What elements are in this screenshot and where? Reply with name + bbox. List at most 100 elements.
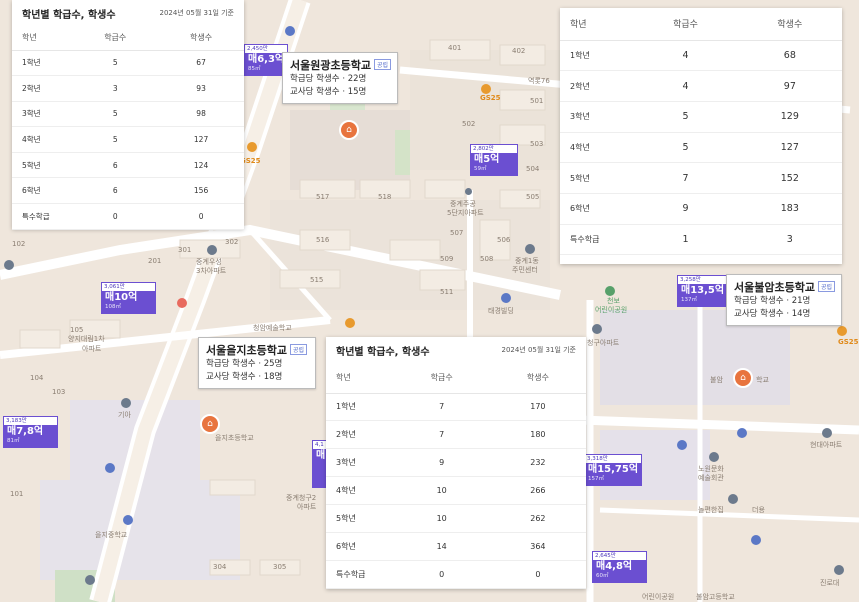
table-cell: 0 [72, 203, 159, 230]
store-marker-icon[interactable] [481, 84, 491, 94]
building-number: 301 [178, 246, 192, 254]
table-cell: 9 [633, 193, 738, 225]
price-area: 108㎡ [105, 304, 121, 310]
apartment-marker-icon[interactable] [465, 188, 472, 195]
map-label: 청구아파트 [587, 339, 620, 347]
poi-marker-icon[interactable] [709, 452, 719, 462]
store-marker-icon[interactable] [177, 298, 187, 308]
table-cell: 3 [737, 224, 842, 256]
students-per-class: 학급당 학생수 · 21명 [734, 296, 811, 306]
poi-marker-icon[interactable] [751, 535, 761, 545]
building-number: 304 [213, 563, 227, 571]
table-cell: 262 [489, 504, 586, 533]
table-cell: 93 [158, 75, 244, 102]
poi-marker-icon[interactable] [85, 575, 95, 585]
price-value: 매6,3억 [248, 54, 285, 65]
poi-marker-icon[interactable] [121, 398, 131, 408]
school-info-card[interactable]: 서울원광초등학교 공립 학급당 학생수 · 22명 교사당 학생수 · 15명 [282, 52, 398, 104]
table-cell: 7 [393, 393, 490, 422]
price-area: 60㎡ [596, 573, 609, 579]
table-cell: 6 [72, 152, 159, 179]
table-cell: 5학년 [12, 152, 73, 179]
table-cell: 5 [633, 132, 738, 164]
map-label: 더용 [752, 506, 765, 514]
table-cell: 10 [393, 476, 490, 506]
price-marker[interactable]: 3,061만 매10억 108㎡ [101, 282, 157, 314]
map-label: 역롯76 [528, 77, 550, 85]
map-label: 을지초등학교 [215, 434, 254, 442]
building-number: 201 [148, 257, 162, 265]
price-marker[interactable]: 2,802만 매5억 59㎡ [470, 144, 519, 176]
price-value: 매4,8억 [596, 561, 633, 572]
students-per-teacher: 교사당 학생수 · 14명 [734, 309, 811, 319]
table-cell: 7 [633, 162, 738, 194]
building-number: 504 [526, 165, 540, 173]
table-cell: 5학년 [326, 504, 394, 533]
table-cell: 364 [489, 532, 586, 561]
school-marker-icon[interactable]: ⌂ [733, 368, 753, 388]
school-info-card[interactable]: 서울불암초등학교 공립 학급당 학생수 · 21명 교사당 학생수 · 14명 [726, 274, 842, 326]
table-row: 특수학급 1 3 [560, 224, 842, 256]
poi-marker-icon[interactable] [123, 515, 133, 525]
table-cell: 9 [393, 448, 490, 478]
building-number: 507 [450, 229, 464, 237]
price-marker[interactable]: 2,645만 매4,8억 60㎡ [592, 551, 648, 583]
table-cell: 2학년 [12, 75, 73, 102]
price-value: 매13,5억 [681, 285, 725, 296]
grade-stats-table: 학년 학급수 학생수 1학년 5 67 2학년 3 93 3학년 5 98 4학년 5 127 5학년 6 12… [12, 26, 244, 230]
table-header-cell: 학급수 [393, 363, 490, 394]
poi-marker-icon[interactable] [4, 260, 14, 270]
table-cell: 4학년 [560, 132, 634, 164]
poi-marker-icon[interactable] [592, 324, 602, 334]
poi-marker-icon[interactable] [677, 440, 687, 450]
poi-marker-icon[interactable] [822, 428, 832, 438]
table-row: 특수학급 0 0 [12, 203, 244, 230]
building-number: 102 [12, 240, 26, 248]
store-marker-icon[interactable] [345, 318, 355, 328]
price-marker[interactable]: 3,183만 매7,8억 81㎡ [3, 416, 59, 448]
price-marker[interactable]: 3,318만 매15,75억 157㎡ [584, 454, 643, 486]
map-label: 양지대림1차 [68, 335, 105, 343]
price-value: 매15,75억 [588, 464, 639, 475]
table-cell: 68 [737, 40, 842, 72]
table-cell: 특수학급 [326, 560, 394, 589]
table-cell: 183 [737, 193, 842, 225]
building-number: 402 [512, 47, 526, 55]
store-marker-icon[interactable] [837, 326, 847, 336]
table-cell: 4학년 [326, 476, 394, 506]
poi-marker-icon[interactable] [737, 428, 747, 438]
map-label: 현대아파트 [810, 441, 843, 449]
poi-marker-icon[interactable] [105, 463, 115, 473]
table-row: 2학년 4 97 [560, 70, 842, 102]
poi-marker-icon[interactable] [207, 245, 217, 255]
table-cell: 5학년 [560, 162, 634, 194]
store-marker-icon[interactable] [247, 142, 257, 152]
table-cell: 0 [393, 560, 490, 589]
poi-marker-icon[interactable] [285, 26, 295, 36]
school-marker-icon[interactable]: ⌂ [339, 120, 359, 140]
school-marker-icon[interactable]: ⌂ [200, 414, 220, 434]
map-label: 아파트 [297, 503, 317, 511]
table-cell: 2학년 [560, 70, 634, 102]
table-cell: 129 [737, 101, 842, 133]
poi-marker-icon[interactable] [501, 293, 511, 303]
students-per-class: 학급당 학생수 · 22명 [290, 74, 367, 84]
table-cell: 97 [737, 70, 842, 102]
table-header-cell: 학년 [560, 8, 634, 41]
table-row: 1학년 5 67 [12, 50, 244, 77]
map-label: 어린이공원 [642, 593, 675, 601]
price-area: 85㎡ [248, 66, 261, 72]
table-header-row: 학년 학급수 학생수 [326, 363, 586, 394]
table-header-cell: 학급수 [72, 26, 159, 51]
map-label: 주민센터 [512, 266, 538, 274]
price-marker[interactable]: 3,258만 매13,5억 137㎡ [677, 275, 729, 307]
school-info-card[interactable]: 서울을지초등학교 공립 학급당 학생수 · 25명 교사당 학생수 · 18명 [198, 337, 316, 389]
poi-marker-icon[interactable] [605, 286, 615, 296]
school-name: 서울을지초등학교 [206, 344, 287, 357]
table-row: 특수학급 0 0 [326, 560, 586, 589]
poi-marker-icon[interactable] [728, 494, 738, 504]
building-number: 506 [497, 236, 511, 244]
poi-marker-icon[interactable] [525, 244, 535, 254]
map-label: 을지중학교 [95, 531, 128, 539]
poi-marker-icon[interactable] [834, 565, 844, 575]
